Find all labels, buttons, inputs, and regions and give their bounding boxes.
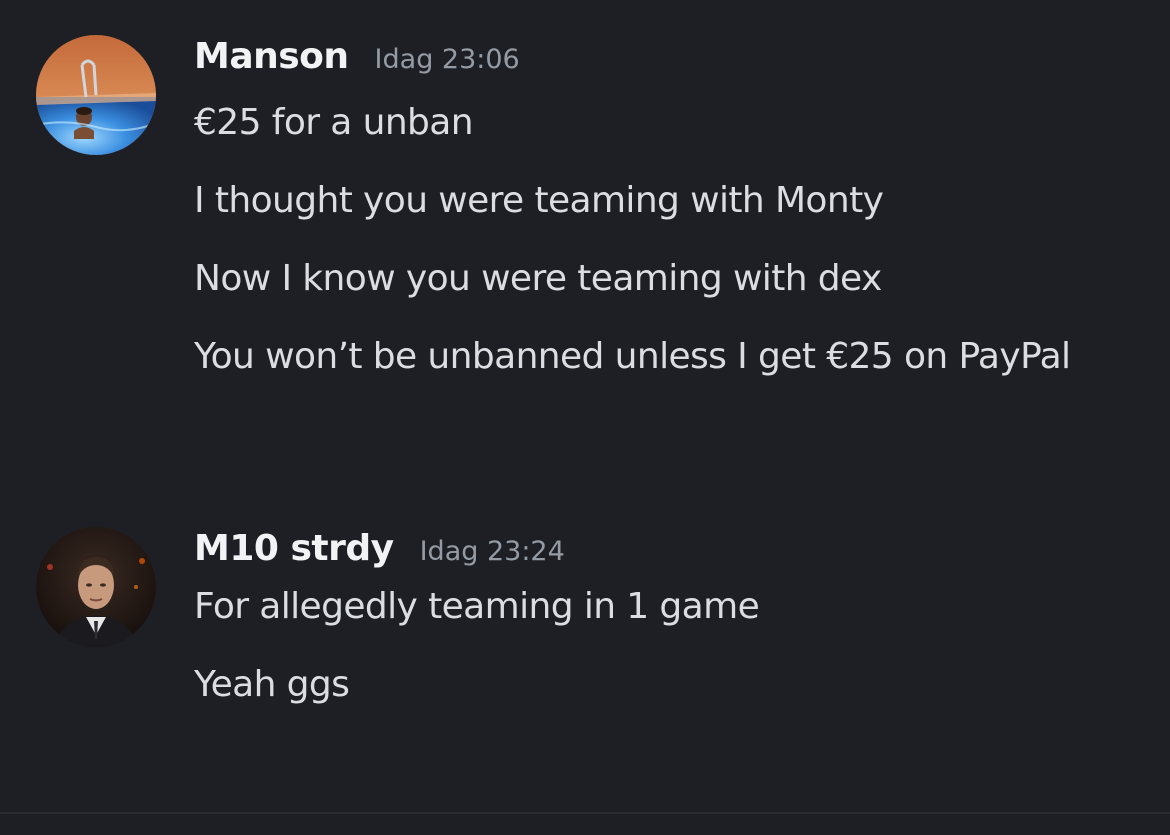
composer-divider <box>0 812 1170 814</box>
message-header: M10 strdy Idag 23:24 <box>194 528 565 569</box>
message-text: For allegedly teaming in 1 game <box>194 586 760 627</box>
message-text: Now I know you were teaming with dex <box>194 258 882 299</box>
avatar[interactable] <box>36 35 156 155</box>
message-list: For allegedly teaming in 1 game Yeah ggs <box>194 582 1094 738</box>
message-text: I thought you were teaming with Monty <box>194 180 884 221</box>
username[interactable]: M10 strdy <box>194 528 394 569</box>
chat-messages: Manson Idag 23:06 €25 for a unban I thou… <box>0 0 1170 812</box>
username[interactable]: Manson <box>194 36 349 77</box>
pool-photo-avatar <box>36 35 156 155</box>
message-text: €25 for a unban <box>194 102 474 143</box>
avatar[interactable] <box>36 527 156 647</box>
message-list: €25 for a unban I thought you were teami… <box>194 98 1094 410</box>
suited-man-photo-avatar <box>36 527 156 647</box>
timestamp: Idag 23:06 <box>374 44 520 75</box>
message-text: Yeah ggs <box>194 664 350 705</box>
timestamp: Idag 23:24 <box>419 536 565 567</box>
message-header: Manson Idag 23:06 <box>194 36 520 77</box>
message-text: You won’t be unbanned unless I get €25 o… <box>194 336 1071 377</box>
